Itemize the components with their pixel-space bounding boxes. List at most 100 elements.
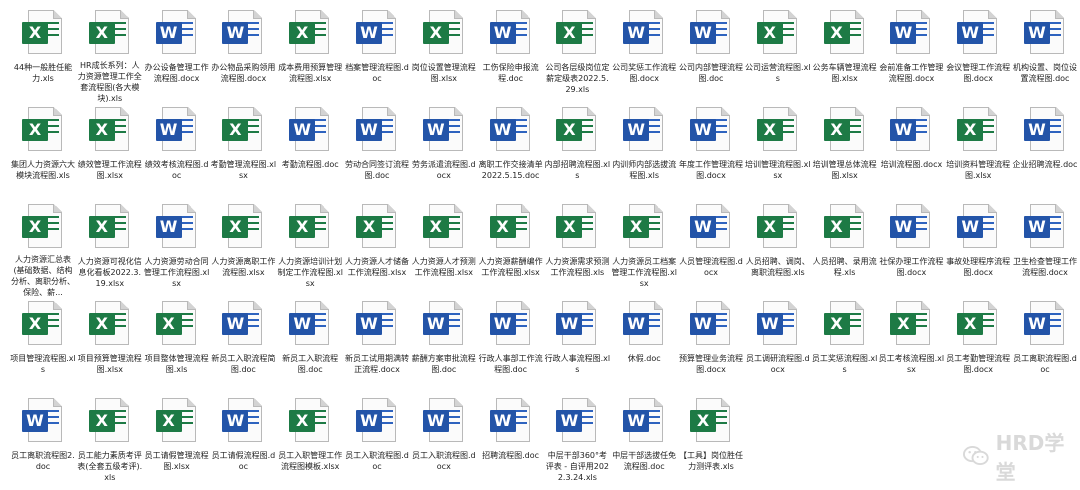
file-item[interactable]: X 培训管理总体流程图.xlsx (812, 99, 878, 199)
file-item[interactable]: X 人员招聘、调岗、离职流程图.xls (745, 196, 811, 296)
file-name: 项目预算管理流程图.xlsx (77, 354, 142, 374)
file-item[interactable]: X 人力资源培训计划制定工作流程图.xlsx (277, 196, 343, 296)
file-item[interactable]: W 档案管理流程图.doc (344, 2, 410, 102)
file-item[interactable]: W 卫生检查管理工作流程图.docx (1012, 196, 1078, 296)
file-name: 新员工试用期满转正流程.docx (345, 354, 409, 374)
file-item[interactable]: W 人员管理流程图.docx (678, 196, 744, 296)
file-item[interactable]: W 新员工入职流程图.doc (277, 293, 343, 393)
file-item[interactable]: W 员工请假流程图.doc (210, 390, 276, 490)
file-item[interactable]: W 企业招聘流程.doc (1012, 99, 1078, 199)
word-file-icon: W (957, 10, 999, 56)
file-item[interactable]: W 新员工试用期满转正流程.docx (344, 293, 410, 393)
file-name: 社保办理工作流程图.docx (879, 257, 944, 277)
file-item[interactable]: X 项目整体管理流程图.xls (144, 293, 210, 393)
file-item[interactable]: X 人力资源薪酬编作工作流程图.xlsx (478, 196, 544, 296)
file-item[interactable]: X 培训资料管理流程图.xlsx (945, 99, 1011, 199)
file-item[interactable]: X 内部招聘流程图.xls (544, 99, 610, 199)
file-item[interactable]: W 行政人事部工作流程图.doc (478, 293, 544, 393)
file-item[interactable]: W 中层干部选拔任免流程图.doc (611, 390, 677, 490)
file-item[interactable]: W 会议管理工作流程图.docx (945, 2, 1011, 102)
excel-file-icon: X (222, 204, 264, 250)
file-item[interactable]: W 办公设备管理工作流程图.docx (144, 2, 210, 102)
file-item[interactable]: W 社保办理工作流程图.docx (878, 196, 944, 296)
file-item[interactable]: W 招聘流程图.doc (478, 390, 544, 490)
file-item[interactable]: X 44种一般胜任能力.xls (10, 2, 76, 102)
file-name: 公司各层级岗位定薪定级表2022.5.29.xls (545, 63, 610, 94)
file-item[interactable]: X 公务车辆管理流程图.xlsx (812, 2, 878, 102)
file-item[interactable]: X 项目预算管理流程图.xlsx (77, 293, 143, 393)
file-item[interactable]: X 员工考勤管理流程图.docx (945, 293, 1011, 393)
file-item[interactable]: X 人力资源汇总表(基础数据、结构分析、离职分析、保险、薪... (10, 196, 76, 296)
file-item[interactable]: W 机构设置、岗位设置流程图.doc (1012, 2, 1078, 102)
word-file-icon: W (957, 204, 999, 250)
file-name: 会前准备工作管理流程图.docx (879, 63, 944, 83)
file-item[interactable]: X 人力资源人才储备工作流程图.xlsx (344, 196, 410, 296)
file-item[interactable]: X 培训管理流程图.xlsx (745, 99, 811, 199)
file-item[interactable]: X 人力资源员工档案管理工作流程图.xlsx (611, 196, 677, 296)
file-item[interactable]: W 公司内部管理流程图.doc (678, 2, 744, 102)
file-item[interactable]: W 会前准备工作管理流程图.docx (878, 2, 944, 102)
file-item[interactable]: W 培训流程图.docx (878, 99, 944, 199)
excel-file-icon: X (22, 204, 64, 248)
file-item[interactable]: X 【工具】岗位胜任力测评表.xls (678, 390, 744, 490)
file-name: 企业招聘流程.doc (1012, 160, 1078, 169)
file-item[interactable]: X 员工考核流程图.xlsx (878, 293, 944, 393)
file-item[interactable]: W 年度工作管理流程图.docx (678, 99, 744, 199)
file-item[interactable]: X 成本费用预算管理流程图.xlsx (277, 2, 343, 102)
file-item[interactable]: W 内训师内部选拔流程图.xls (611, 99, 677, 199)
excel-file-icon: X (155, 301, 198, 347)
file-item[interactable]: W 员工离职流程图2.doc (10, 390, 76, 490)
file-name: 员工离职流程图.doc (1013, 354, 1077, 374)
file-item[interactable]: W 新员工入职流程简图.doc (210, 293, 276, 393)
file-item[interactable]: W 薪酬方案审批流程图.doc (411, 293, 477, 393)
file-item[interactable]: W 办公物品采购领用流程图.docx (210, 2, 276, 102)
file-name: 劳动合同签订流程图.doc (345, 160, 409, 180)
file-item[interactable]: X 人力资源需求预测工作流程图.xls (544, 196, 610, 296)
file-item[interactable]: W 劳务派遣流程图.docx (411, 99, 477, 199)
file-name: 人力资源人才预测工作流程图.xlsx (411, 257, 476, 277)
file-item[interactable]: X 员工请假管理流程图.xlsx (144, 390, 210, 490)
file-item[interactable]: W 中层干部360°考评表 - 自评用2022.3.24.xls (544, 390, 610, 490)
excel-file-icon: X (823, 10, 866, 56)
file-item[interactable]: X 员工能力素质考评表(全套五级考评).xls (77, 390, 143, 490)
file-item[interactable]: X HR成长系列：人力资源管理工作全套流程图(各大模块).xls (77, 2, 143, 102)
file-item[interactable]: X 公司运营流程图.xls (745, 2, 811, 102)
file-item[interactable]: X 项目管理流程图.xls (10, 293, 76, 393)
file-item[interactable]: W 休假.doc (611, 293, 677, 393)
file-name: 招聘流程图.doc (482, 451, 540, 460)
file-item[interactable]: W 工伤保险申报流程.doc (478, 2, 544, 102)
file-item[interactable]: W 绩效考核流程图.doc (144, 99, 210, 199)
file-item[interactable]: W 人力资源劳动合同管理工作流程图.xlsx (144, 196, 210, 296)
file-item[interactable]: X 考勤管理流程图.xlsx (210, 99, 276, 199)
file-item[interactable]: W 公司奖惩工作流程图.docx (611, 2, 677, 102)
file-item[interactable]: X 员工入职管理工作流程图模板.xlsx (277, 390, 343, 490)
file-item[interactable]: W 行政人事流程图.xls (544, 293, 610, 393)
file-name: 员工考核流程图.xlsx (878, 354, 945, 374)
file-item[interactable]: X 人员招聘、录用流程.xls (812, 196, 878, 296)
file-item[interactable]: X 绩效管理工作流程图.xlsx (77, 99, 143, 199)
word-file-icon: W (155, 10, 198, 56)
file-item[interactable]: X 人力资源可视化信息化看板2022.3.19.xlsx (77, 196, 143, 296)
file-item[interactable]: W 预算管理业务流程图.docx (678, 293, 744, 393)
file-item[interactable]: W 离职工作交接清单2022.5.15.doc (478, 99, 544, 199)
file-item[interactable]: X 人力资源人才预测工作流程图.xlsx (411, 196, 477, 296)
excel-file-icon: X (957, 301, 999, 347)
file-item[interactable]: W 员工调研流程图.docx (745, 293, 811, 393)
file-item[interactable]: W 员工离职流程图.doc (1012, 293, 1078, 393)
file-item[interactable]: X 员工奖惩流程图.xls (812, 293, 878, 393)
file-name: 档案管理流程图.doc (345, 63, 409, 83)
file-item[interactable]: W 员工入职流程图.doc (344, 390, 410, 490)
file-item[interactable]: W 考勤流程图.doc (277, 99, 343, 199)
file-item[interactable]: W 劳动合同签订流程图.doc (344, 99, 410, 199)
file-item[interactable]: W 事故处理程序流程图.docx (945, 196, 1011, 296)
word-file-icon: W (890, 107, 932, 153)
file-name: 岗位设置管理流程图.xlsx (411, 63, 476, 83)
excel-file-icon: X (22, 10, 64, 56)
file-item[interactable]: X 人力资源离职工作流程图.xlsx (210, 196, 276, 296)
file-item[interactable]: X 集团人力资源六大模块流程图.xls (10, 99, 76, 199)
word-file-icon: W (623, 107, 665, 153)
file-item[interactable]: X 公司各层级岗位定薪定级表2022.5.29.xls (544, 2, 610, 102)
file-item[interactable]: W 员工入职流程图.docx (411, 390, 477, 490)
word-file-icon: W (222, 398, 264, 444)
file-item[interactable]: X 岗位设置管理流程图.xlsx (411, 2, 477, 102)
